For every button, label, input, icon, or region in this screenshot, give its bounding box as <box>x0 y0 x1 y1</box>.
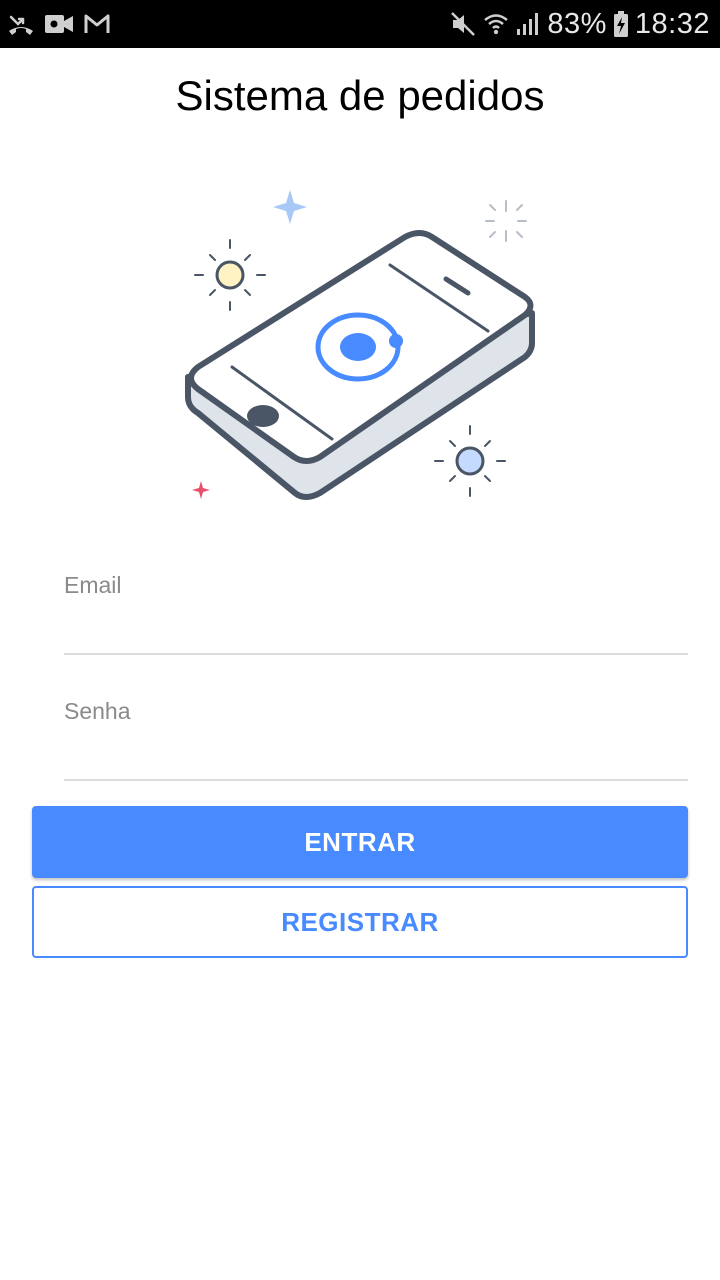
password-field-group: Senha <box>64 698 688 781</box>
email-field-group: Email <box>64 572 688 655</box>
email-label: Email <box>64 572 122 598</box>
signal-icon <box>515 11 541 37</box>
phone-illustration-icon <box>180 185 540 505</box>
register-button[interactable]: REGISTRAR <box>32 886 688 958</box>
video-camera-icon <box>44 12 74 36</box>
gmail-icon <box>84 13 110 35</box>
wifi-icon <box>483 11 509 37</box>
status-left-icons <box>8 11 110 37</box>
battery-charging-icon <box>613 10 629 38</box>
password-input[interactable] <box>64 725 688 781</box>
battery-percent: 83% <box>547 7 607 40</box>
mute-icon <box>449 10 477 38</box>
email-input[interactable] <box>64 599 688 655</box>
missed-call-icon <box>8 11 34 37</box>
clock: 18:32 <box>634 7 710 40</box>
password-label: Senha <box>64 698 131 724</box>
status-right-icons: 83% 18:32 <box>449 8 710 41</box>
status-bar: 83% 18:32 <box>0 0 720 48</box>
login-button[interactable]: ENTRAR <box>32 806 688 878</box>
page-title: Sistema de pedidos <box>175 72 545 119</box>
